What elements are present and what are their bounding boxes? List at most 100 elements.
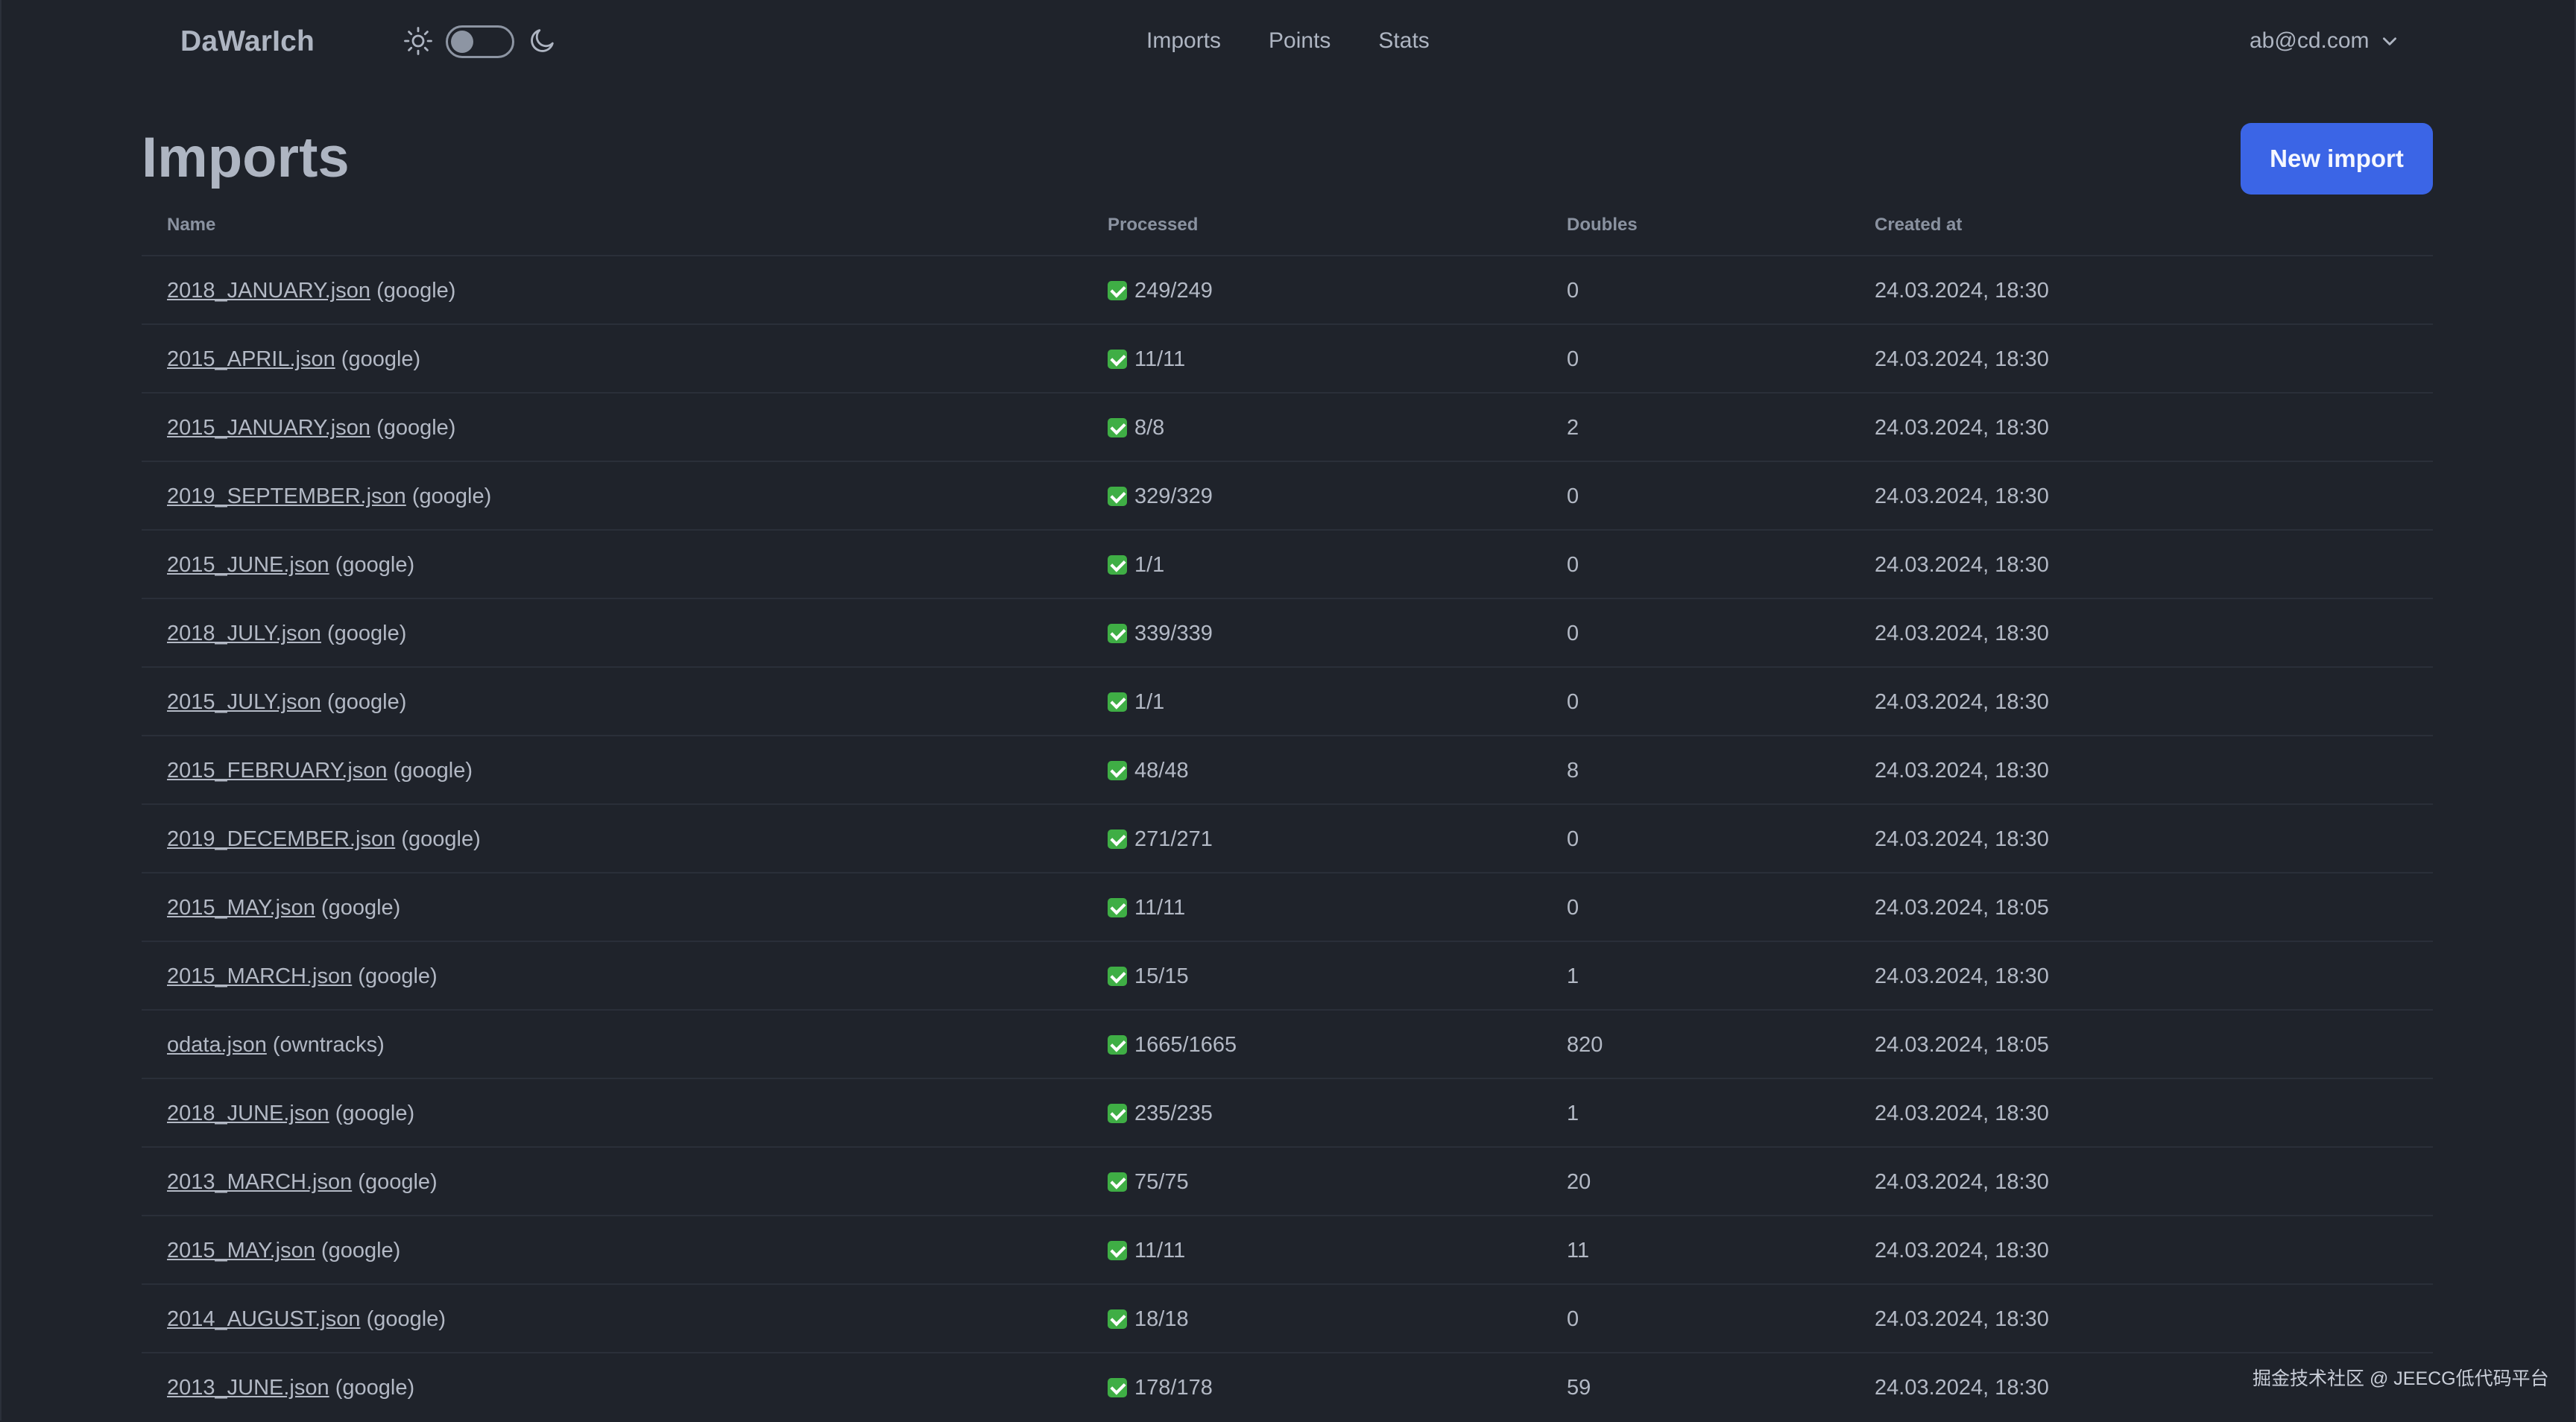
cell-created-at: 24.03.2024, 18:30 [1875, 1170, 2049, 1194]
processed-count: 8/8 [1134, 416, 1165, 440]
cell-doubles: 0 [1567, 347, 1579, 371]
check-icon [1108, 555, 1127, 575]
cell-name: 2015_APRIL.json (google) [167, 325, 420, 394]
cell-name: 2018_JULY.json (google) [167, 599, 406, 668]
import-source: (google) [411, 484, 492, 508]
cell-created-at: 24.03.2024, 18:30 [1875, 1376, 2049, 1400]
cell-name: 2019_SEPTEMBER.json (google) [167, 462, 491, 531]
cell-name: 2013_JUNE.json (google) [167, 1353, 414, 1422]
imports-table: Name Processed Doubles Created at 2018_J… [142, 209, 2433, 1421]
processed-count: 1665/1665 [1134, 1033, 1237, 1057]
watermark: 掘金技术社区 @ JEECG低代码平台 [2253, 1368, 2549, 1389]
cell-doubles: 0 [1567, 279, 1579, 303]
processed-count: 18/18 [1134, 1307, 1189, 1331]
import-file-link[interactable]: 2015_JUNE.json [167, 553, 329, 577]
import-file-link[interactable]: 2019_SEPTEMBER.json [167, 484, 406, 508]
cell-name: 2015_JUNE.json (google) [167, 531, 414, 599]
table-row: 2018_JANUARY.json (google) 249/249 0 24.03.… [142, 255, 2433, 323]
cell-created-at: 24.03.2024, 18:30 [1875, 1102, 2049, 1125]
cell-processed: 329/329 [1108, 462, 1213, 531]
import-source: (google) [335, 1376, 415, 1400]
cell-created-at: 24.03.2024, 18:30 [1875, 279, 2049, 303]
processed-count: 11/11 [1134, 896, 1186, 920]
check-icon [1108, 418, 1127, 437]
cell-processed: 75/75 [1108, 1148, 1189, 1216]
import-source: (google) [321, 896, 401, 920]
nav-link-imports[interactable]: Imports [1146, 28, 1221, 54]
import-file-link[interactable]: 2018_JANUARY.json [167, 279, 370, 303]
brand-logo[interactable]: DaWarIch [180, 25, 315, 58]
cell-name: 2019_DECEMBER.json (google) [167, 805, 481, 873]
import-source: (google) [321, 1239, 401, 1263]
column-header-name: Name [167, 215, 216, 235]
cell-created-at: 24.03.2024, 18:30 [1875, 484, 2049, 508]
import-file-link[interactable]: 2015_APRIL.json [167, 347, 335, 371]
import-source: (google) [358, 964, 438, 988]
check-icon [1108, 1309, 1127, 1329]
table-row: 2019_SEPTEMBER.json (google) 329/329 0 24.0… [142, 461, 2433, 529]
cell-processed: 1/1 [1108, 531, 1164, 599]
new-import-button[interactable]: New import [2241, 123, 2433, 195]
import-source: (google) [401, 827, 481, 851]
cell-name: 2015_JANUARY.json (google) [167, 394, 455, 462]
table-header: Name Processed Doubles Created at [142, 209, 2433, 255]
import-file-link[interactable]: 2015_JANUARY.json [167, 416, 370, 440]
cell-doubles: 0 [1567, 622, 1579, 645]
import-file-link[interactable]: 2015_JULY.json [167, 690, 321, 714]
table-body: 2018_JANUARY.json (google) 249/249 0 24.03.… [142, 255, 2433, 1421]
nav-link-points[interactable]: Points [1269, 28, 1330, 54]
cell-created-at: 24.03.2024, 18:30 [1875, 416, 2049, 440]
cell-created-at: 24.03.2024, 18:30 [1875, 964, 2049, 988]
cell-doubles: 0 [1567, 896, 1579, 920]
cell-doubles: 0 [1567, 690, 1579, 714]
toggle-knob [451, 31, 473, 53]
cell-name: 2015_FEBRUARY.json (google) [167, 736, 473, 805]
column-header-doubles: Doubles [1567, 215, 1638, 235]
import-file-link[interactable]: 2015_MARCH.json [167, 964, 352, 988]
cell-doubles: 0 [1567, 1307, 1579, 1331]
import-file-link[interactable]: odata.json [167, 1033, 267, 1057]
cell-doubles: 0 [1567, 484, 1579, 508]
import-file-link[interactable]: 2013_JUNE.json [167, 1376, 329, 1400]
cell-processed: 271/271 [1108, 805, 1213, 873]
cell-name: odata.json (owntracks) [167, 1011, 385, 1079]
check-icon [1108, 1035, 1127, 1055]
table-row: 2015_MAY.json (google) 11/11 0 24.03.2024, … [142, 872, 2433, 941]
import-file-link[interactable]: 2013_MARCH.json [167, 1170, 352, 1194]
user-menu[interactable]: ab@cd.com [2250, 28, 2399, 54]
cell-created-at: 24.03.2024, 18:30 [1875, 1239, 2049, 1263]
cell-processed: 1665/1665 [1108, 1011, 1237, 1079]
check-icon [1108, 967, 1127, 986]
import-file-link[interactable]: 2018_JULY.json [167, 622, 321, 645]
cell-name: 2013_MARCH.json (google) [167, 1148, 438, 1216]
moon-icon [531, 29, 554, 52]
processed-count: 75/75 [1134, 1170, 1189, 1194]
column-header-created-at: Created at [1875, 215, 1963, 235]
import-file-link[interactable]: 2018_JUNE.json [167, 1102, 329, 1125]
cell-doubles: 2 [1567, 416, 1579, 440]
cell-created-at: 24.03.2024, 18:30 [1875, 553, 2049, 577]
import-file-link[interactable]: 2019_DECEMBER.json [167, 827, 395, 851]
cell-name: 2015_JULY.json (google) [167, 668, 406, 736]
nav-link-stats[interactable]: Stats [1378, 28, 1429, 54]
table-row: 2014_AUGUST.json (google) 18/18 0 24.03.202… [142, 1283, 2433, 1352]
import-source: (google) [327, 690, 407, 714]
chevron-down-icon [2382, 37, 2396, 45]
import-file-link[interactable]: 2015_MAY.json [167, 1239, 315, 1263]
import-source: (google) [376, 416, 456, 440]
theme-toggle[interactable] [446, 25, 514, 58]
import-file-link[interactable]: 2015_MAY.json [167, 896, 315, 920]
cell-processed: 48/48 [1108, 736, 1189, 805]
processed-count: 271/271 [1134, 827, 1213, 851]
import-source: (google) [393, 759, 473, 783]
column-header-processed: Processed [1108, 215, 1199, 235]
cell-created-at: 24.03.2024, 18:30 [1875, 1307, 2049, 1331]
import-source: (owntracks) [272, 1033, 385, 1057]
check-icon [1108, 1241, 1127, 1260]
cell-created-at: 24.03.2024, 18:05 [1875, 1033, 2049, 1057]
import-file-link[interactable]: 2014_AUGUST.json [167, 1307, 361, 1331]
import-file-link[interactable]: 2015_FEBRUARY.json [167, 759, 388, 783]
table-row: 2018_JUNE.json (google) 235/235 1 24.03.202… [142, 1078, 2433, 1146]
cell-doubles: 59 [1567, 1376, 1591, 1400]
sun-icon [404, 27, 432, 55]
